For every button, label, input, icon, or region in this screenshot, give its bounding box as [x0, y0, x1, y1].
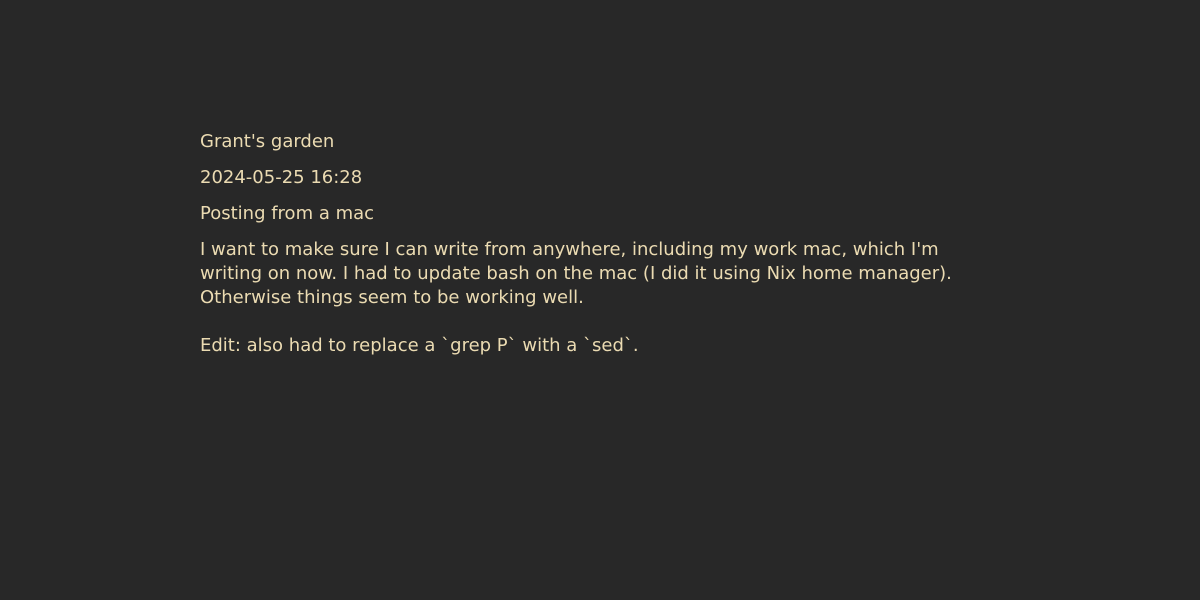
- post-title: Posting from a mac: [200, 203, 375, 224]
- post-body-line: Otherwise things seem to be working well…: [200, 287, 584, 308]
- post-body: I want to make sure I can write from any…: [200, 238, 1000, 358]
- post-container: Grant's garden 2024-05-25 16:28 Posting …: [200, 130, 1000, 358]
- post-body-line: I want to make sure I can write from any…: [200, 239, 939, 260]
- post-date: 2024-05-25 16:28: [200, 167, 363, 188]
- post-edit-note: Edit: also had to replace a `grep P` wit…: [200, 335, 639, 356]
- site-title[interactable]: Grant's garden: [200, 130, 1000, 154]
- post-body-line: writing on now. I had to update bash on …: [200, 263, 952, 284]
